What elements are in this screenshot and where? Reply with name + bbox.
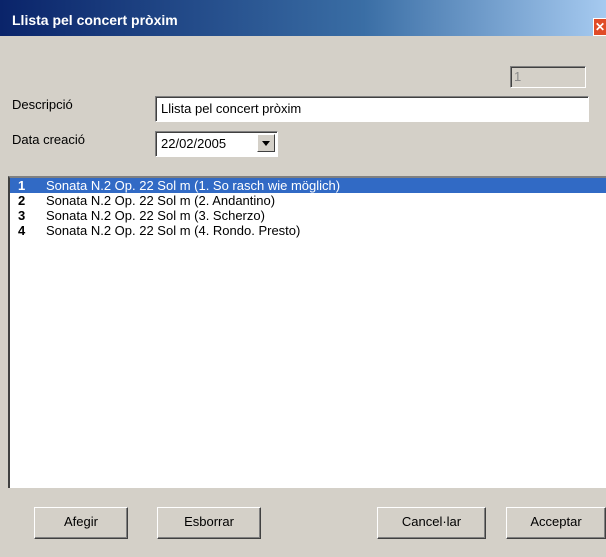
delete-button[interactable]: Esborrar [157, 507, 261, 539]
item-title: Sonata N.2 Op. 22 Sol m (3. Scherzo) [46, 208, 265, 223]
close-icon[interactable]: ✕ [593, 18, 606, 36]
list-item[interactable]: 2 Sonata N.2 Op. 22 Sol m (2. Andantino) [10, 193, 606, 208]
list-item[interactable]: 4 Sonata N.2 Op. 22 Sol m (4. Rondo. Pre… [10, 223, 606, 238]
add-button[interactable]: Afegir [34, 507, 128, 539]
accept-button[interactable]: Acceptar [506, 507, 606, 539]
list-item[interactable]: 3 Sonata N.2 Op. 22 Sol m (3. Scherzo) [10, 208, 606, 223]
item-number: 3 [18, 208, 26, 223]
list-item[interactable]: 1 Sonata N.2 Op. 22 Sol m (1. So rasch w… [10, 178, 606, 193]
dropdown-arrow-icon[interactable] [257, 134, 275, 152]
dialog-window: Llista pel concert pròxim ✕ 1 Descripció… [0, 0, 606, 557]
date-value: 22/02/2005 [161, 136, 227, 151]
track-list[interactable]: 1 Sonata N.2 Op. 22 Sol m (1. So rasch w… [8, 176, 606, 488]
item-title: Sonata N.2 Op. 22 Sol m (1. So rasch wie… [46, 178, 341, 193]
description-input[interactable]: Llista pel concert pròxim [155, 96, 589, 122]
item-number: 2 [18, 193, 26, 208]
window-title: Llista pel concert pròxim [12, 12, 178, 28]
date-picker[interactable]: 22/02/2005 [155, 131, 278, 157]
item-title: Sonata N.2 Op. 22 Sol m (2. Andantino) [46, 193, 276, 208]
item-number: 4 [18, 223, 26, 238]
description-label: Descripció [12, 97, 73, 112]
date-label: Data creació [12, 132, 85, 147]
item-title: Sonata N.2 Op. 22 Sol m (4. Rondo. Prest… [46, 223, 301, 238]
id-field: 1 [510, 66, 586, 88]
title-bar[interactable]: Llista pel concert pròxim ✕ [0, 0, 606, 36]
item-number: 1 [18, 178, 26, 193]
cancel-button[interactable]: Cancel·lar [377, 507, 486, 539]
